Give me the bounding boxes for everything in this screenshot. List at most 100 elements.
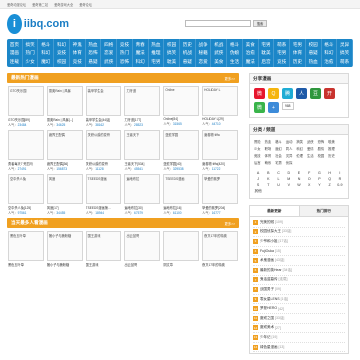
nav-link[interactable]: 格斗 bbox=[41, 42, 50, 48]
rank-title[interactable]: 少年记 bbox=[260, 335, 271, 340]
nav-link[interactable]: 治愈 bbox=[324, 59, 333, 65]
letter-link[interactable]: L bbox=[274, 177, 282, 181]
nav-link[interactable]: 科幻 bbox=[41, 50, 50, 56]
comic-title[interactable]: 出云鼠哥 bbox=[124, 262, 160, 267]
letter-link[interactable]: 0-9 bbox=[336, 183, 344, 187]
tag-link[interactable]: 运动 bbox=[286, 139, 293, 144]
search-button[interactable]: 搜索 bbox=[253, 20, 267, 27]
comic-card[interactable]: 刀牙道 刀牙道[177] 人气：28523 bbox=[124, 86, 161, 127]
comic-thumbnail[interactable]: 风速 bbox=[46, 174, 83, 204]
letter-link[interactable]: Y bbox=[315, 183, 323, 187]
rank-row[interactable]: 12 魔戒美术 [27] bbox=[253, 324, 345, 334]
nav-link[interactable]: 生活 bbox=[230, 59, 239, 65]
rank-row[interactable]: 2 校园侦探大王 [33话] bbox=[253, 228, 345, 238]
top-link[interactable]: 爱奇动漫论坛 bbox=[7, 2, 26, 7]
rank-row[interactable]: 5 术鬼漫画 [43话] bbox=[253, 256, 345, 266]
comic-card[interactable]: 魔卷物 tiffa 魔卷物 tiffa[420] 人气：11722 bbox=[202, 130, 238, 171]
tag-link[interactable]: 伦理 bbox=[296, 153, 303, 158]
rank-row[interactable]: 7 鬼话盗墓传 [连载] bbox=[253, 276, 345, 286]
comic-card[interactable]: 夜叉17年的特奥 夜叉17年的特奥 bbox=[202, 231, 238, 267]
rank-title[interactable]: 术鬼漫画 bbox=[260, 258, 274, 263]
comic-card[interactable]: GTO失乐园 GTO失乐园[89] 人气：23484 bbox=[8, 86, 44, 127]
renren-icon[interactable]: 人 bbox=[296, 88, 307, 99]
comic-thumbnail[interactable]: 魔界王配偶 bbox=[46, 130, 83, 160]
nav-link[interactable]: 竞技 bbox=[57, 50, 66, 56]
comic-card[interactable]: 猪小子与脆粉糖 猪小子与脆粉糖 bbox=[46, 231, 83, 267]
comic-card[interactable]: 挚爱的紫罗 挚爱的紫罗[204] 人气：16777 bbox=[202, 174, 238, 215]
comic-thumbnail[interactable] bbox=[163, 231, 200, 261]
tag-link[interactable]: 少女 bbox=[254, 146, 261, 151]
comic-card[interactable]: TSEEDS漫画 TSEEDS漫画第... 人气：18944 bbox=[85, 174, 122, 215]
tag-link[interactable]: 竞技 bbox=[254, 153, 261, 158]
wechat-icon[interactable]: 微 bbox=[254, 102, 265, 113]
nav-link[interactable]: 竞技 bbox=[277, 59, 286, 65]
comic-card[interactable]: 装甲学生会 装甲学生会[44话] 人气：38162 bbox=[85, 86, 122, 127]
letter-link[interactable]: N bbox=[295, 177, 303, 181]
nav-link[interactable]: 体育 bbox=[293, 50, 302, 56]
rank-title[interactable]: 魔戒之国 bbox=[260, 316, 274, 321]
comic-thumbnail[interactable]: TSEEDS漫画 bbox=[85, 174, 122, 204]
tag-link[interactable]: 体育 bbox=[265, 153, 272, 158]
letter-link[interactable]: H bbox=[326, 171, 334, 175]
tag-link[interactable]: 魔幻 bbox=[275, 146, 282, 151]
comic-card[interactable]: 风速 风速[17] 人气：34455 bbox=[46, 174, 83, 215]
tag-link[interactable]: 武侠 bbox=[307, 139, 314, 144]
nav-link[interactable]: 少女 bbox=[25, 59, 34, 65]
tag-link[interactable]: 后宫 bbox=[254, 160, 261, 165]
comic-thumbnail[interactable]: TSEEDS漫画 bbox=[163, 174, 200, 204]
nav-link[interactable]: 漫画 bbox=[10, 50, 19, 56]
letter-link[interactable]: E bbox=[295, 171, 303, 175]
comic-thumbnail[interactable]: 遍地布拉 bbox=[124, 174, 161, 204]
rank-title[interactable]: 零女星LENS bbox=[260, 297, 280, 302]
tab-hot[interactable]: 热门排行 bbox=[299, 206, 348, 216]
nav-link[interactable]: 美食 bbox=[214, 59, 223, 65]
nav-link[interactable]: 搞笑 bbox=[25, 42, 34, 48]
rank-title[interactable]: 完美的贼 bbox=[260, 220, 274, 225]
rank-title[interactable]: 少爷和小姐 bbox=[260, 239, 278, 244]
comic-card[interactable]: Online Online[84] 人气：31565 bbox=[163, 86, 200, 127]
comic-title[interactable]: 黑色五叶草 bbox=[8, 262, 44, 267]
top-link[interactable]: 爱奇游戏大全 bbox=[54, 2, 73, 7]
nav-link[interactable]: 恋爱 bbox=[198, 59, 207, 65]
rank-title[interactable]: FujiOuka bbox=[260, 249, 274, 253]
rank-title[interactable]: 鬼话盗墓传 bbox=[260, 277, 278, 282]
nav-link[interactable]: 武侠 bbox=[214, 50, 223, 56]
nav-link[interactable]: 科幻 bbox=[324, 50, 333, 56]
comic-thumbnail[interactable]: 国王游戏 bbox=[85, 231, 122, 261]
nav-link[interactable]: 青春 bbox=[136, 42, 145, 48]
comic-card[interactable]: 黑色五叶草 黑色五叶草 bbox=[8, 231, 44, 267]
comic-card[interactable]: 遍地布拉 遍地布拉[30] 人气：67579 bbox=[124, 174, 161, 215]
nav-link[interactable]: 历史 bbox=[183, 42, 192, 48]
more-link[interactable]: 更多>> bbox=[225, 221, 235, 226]
comic-title[interactable]: 阴文章 bbox=[163, 262, 199, 267]
tag-link[interactable]: 社会 bbox=[275, 153, 282, 158]
letter-link[interactable]: S bbox=[254, 183, 262, 187]
nav-link[interactable]: 竞技 bbox=[120, 42, 129, 48]
rank-row[interactable]: 14 绿色星漫画 [13] bbox=[253, 343, 345, 353]
comic-card[interactable]: 蓝蛇学园 蓝蛇学园[40] 人气：329538 bbox=[163, 130, 200, 171]
tag-link[interactable]: 剧情 bbox=[318, 146, 325, 151]
nav-link[interactable]: 伪娘 bbox=[230, 50, 239, 56]
tag-link[interactable]: 历史 bbox=[328, 153, 335, 158]
rank-row[interactable]: 11 魔戒之国 [33话] bbox=[253, 314, 345, 324]
comic-thumbnail[interactable]: 猪小子与脆粉糖 bbox=[46, 231, 83, 261]
tag-link[interactable]: 耽美 bbox=[328, 139, 335, 144]
letter-link[interactable]: Q bbox=[326, 177, 334, 181]
comic-thumbnail[interactable]: GTO失乐园 bbox=[8, 86, 44, 116]
comic-thumbnail[interactable]: 装甲学生会 bbox=[85, 86, 122, 116]
nav-link[interactable]: 秘籍 bbox=[198, 50, 207, 56]
letter-link[interactable]: V bbox=[285, 183, 293, 187]
tag-link[interactable]: 科幻 bbox=[296, 146, 303, 151]
tencent-icon[interactable]: 腾 bbox=[282, 88, 293, 99]
letter-link[interactable]: M bbox=[285, 177, 293, 181]
letter-link[interactable]: Z bbox=[326, 183, 334, 187]
tag-link[interactable]: 热血 bbox=[265, 139, 272, 144]
nav-link[interactable]: 机战 bbox=[183, 50, 192, 56]
tag-link[interactable]: 灵异 bbox=[286, 153, 293, 158]
search-input[interactable] bbox=[185, 20, 251, 27]
letter-link[interactable]: F bbox=[305, 171, 313, 175]
comic-card[interactable]: HOLiDAY L HOLiDAY L[29] 人气：44710 bbox=[202, 86, 238, 127]
nav-link[interactable]: 热门 bbox=[120, 50, 129, 56]
comic-thumbnail[interactable]: HOLiDAY L bbox=[202, 86, 238, 116]
tag-link[interactable]: 搞笑 bbox=[296, 139, 303, 144]
